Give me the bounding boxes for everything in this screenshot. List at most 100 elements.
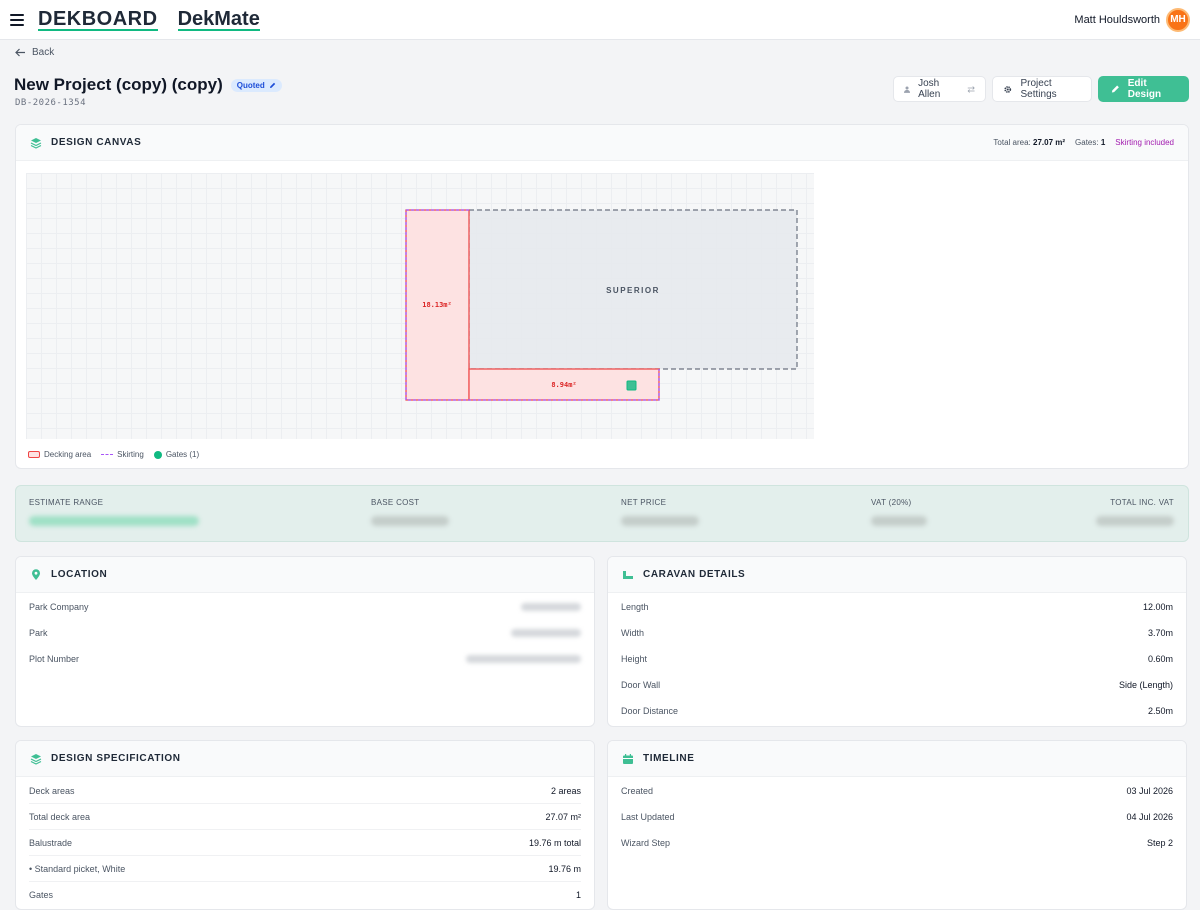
pencil-icon — [1111, 85, 1119, 93]
timeline-title: TIMELINE — [643, 753, 695, 764]
row-label: Door Wall — [621, 680, 661, 690]
user-menu[interactable]: Matt Houldsworth MH — [1074, 7, 1190, 32]
canvas-summary: Total area: 27.07 m² Gates: 1 Skirting i… — [993, 138, 1174, 147]
row-value: 04 Jul 2026 — [1126, 812, 1173, 822]
gates-summary: Gates: 1 — [1075, 138, 1105, 147]
dekmate-logo[interactable]: DekMate — [177, 9, 260, 31]
row-value: 2.50m — [1147, 706, 1173, 716]
row-label: Height — [621, 654, 648, 664]
deck-area-1-label: 18.13m² — [422, 301, 452, 309]
row-label: • Standard picket, White — [29, 863, 126, 874]
timeline-header: TIMELINE — [608, 741, 1186, 777]
net-price: NET PRICE — [621, 498, 699, 526]
skirting-swatch — [101, 454, 114, 455]
legend-decking-label: Decking area — [44, 450, 92, 459]
back-label: Back — [32, 47, 55, 58]
dekboard-logo[interactable]: DEKBOARD — [38, 9, 158, 31]
assignee-button[interactable]: Josh Allen — [893, 76, 986, 102]
gates-label: Gates: — [1075, 138, 1099, 147]
total-inc-vat-label: TOTAL INC. VAT — [1110, 498, 1174, 507]
legend-decking: Decking area — [28, 450, 91, 459]
net-price-label: NET PRICE — [621, 498, 667, 507]
base-cost-value — [371, 516, 449, 526]
project-settings-button[interactable]: Project Settings — [992, 76, 1092, 102]
legend-gates-label: Gates (1) — [165, 450, 200, 459]
page-title: New Project (copy) (copy) — [14, 75, 223, 94]
spec-row-balustrade: Balustrade 19.76 m total — [29, 830, 581, 856]
project-code: DB-2026-1354 — [15, 98, 87, 108]
row-value: 19.76 m total — [528, 837, 581, 848]
row-value: 27.07 m² — [545, 811, 581, 822]
deck-area-2-label: 8.94m² — [551, 381, 576, 389]
top-bar: DEKBOARD DekMate Matt Houldsworth MH — [0, 0, 1200, 40]
arrow-left-icon — [15, 48, 25, 57]
vat-value — [871, 516, 927, 526]
gear-icon — [1004, 85, 1012, 93]
row-value: 19.76 m — [548, 863, 581, 874]
spec-row-deck-areas: Deck areas 2 areas — [29, 778, 581, 804]
timeline-row-created: Created 03 Jul 2026 — [621, 778, 1173, 804]
base-cost: BASE COST — [371, 498, 449, 526]
legend-skirting-label: Skirting — [117, 450, 144, 459]
location-title: LOCATION — [51, 569, 108, 580]
gate-marker[interactable] — [626, 380, 637, 391]
design-canvas-card: DESIGN CANVAS Total area: 27.07 m² Gates… — [15, 124, 1189, 469]
caravan-row-door-wall: Door Wall Side (Length) — [621, 672, 1173, 698]
caravan-details-header: CARAVAN DETAILS — [608, 557, 1186, 593]
row-label: Wizard Step — [621, 838, 671, 848]
gate-swatch — [153, 450, 162, 459]
canvas-legend: Decking area Skirting Gates (1) — [28, 450, 199, 459]
total-inc-vat-value — [1096, 516, 1174, 526]
status-badge-label: Quoted — [236, 80, 265, 90]
design-specification-title: DESIGN SPECIFICATION — [51, 753, 181, 764]
back-link[interactable]: Back — [15, 47, 54, 58]
avatar[interactable]: MH — [1166, 7, 1190, 32]
spec-row-gates: Gates 1 — [29, 882, 581, 908]
project-settings-label: Project Settings — [1020, 78, 1057, 100]
base-cost-label: BASE COST — [371, 498, 420, 507]
row-value: Side (Length) — [1118, 680, 1173, 690]
row-label: Width — [621, 628, 645, 638]
location-card: LOCATION Park Company Park Plot Number — [15, 556, 595, 727]
row-label: Deck areas — [29, 785, 75, 796]
header-actions: Josh Allen Project Settings Edit Design — [893, 76, 1189, 102]
total-area-value: 27.07 m² — [1033, 138, 1066, 147]
location-row-park: Park — [29, 620, 581, 646]
layers-icon — [30, 753, 42, 765]
row-value-redacted — [511, 629, 581, 637]
total-area-summary: Total area: 27.07 m² — [993, 138, 1065, 147]
row-value: 12.00m — [1142, 602, 1173, 612]
row-label: Park — [29, 628, 48, 638]
caravan-details-card: CARAVAN DETAILS Length 12.00m Width 3.70m … — [607, 556, 1187, 727]
row-label: Created — [621, 786, 654, 796]
assignee-name: Josh Allen — [918, 78, 941, 100]
gates-value: 1 — [1100, 138, 1106, 147]
layers-icon — [30, 137, 42, 149]
design-canvas-header: DESIGN CANVAS Total area: 27.07 m² Gates… — [16, 125, 1188, 161]
caravan-row-door-distance: Door Distance 2.50m — [621, 698, 1173, 724]
design-specification-header: DESIGN SPECIFICATION — [16, 741, 594, 777]
row-label: Total deck area — [29, 811, 91, 822]
vat: VAT (20%) — [871, 498, 927, 526]
location-row-plot-number: Plot Number — [29, 646, 581, 672]
edit-design-button[interactable]: Edit Design — [1098, 76, 1189, 102]
row-value-redacted — [466, 655, 581, 663]
row-value: 0.60m — [1147, 654, 1173, 664]
timeline-row-wizard-step: Wizard Step Step 2 — [621, 830, 1173, 856]
estimate-range: ESTIMATE RANGE — [29, 498, 199, 526]
caravan-icon — [623, 570, 633, 579]
row-value: 3.70m — [1147, 628, 1173, 638]
status-badge[interactable]: Quoted — [230, 78, 282, 92]
menu-icon[interactable] — [10, 13, 24, 26]
net-price-value — [621, 516, 699, 526]
row-value: 1 — [575, 890, 581, 900]
design-canvas-title: DESIGN CANVAS — [51, 137, 142, 148]
timeline-row-last-updated: Last Updated 04 Jul 2026 — [621, 804, 1173, 830]
total-inc-vat: TOTAL INC. VAT — [1096, 498, 1174, 526]
estimate-range-value — [29, 516, 199, 526]
canvas-grid[interactable]: SUPERIOR 18.13m² 8.94m² — [26, 173, 814, 439]
legend-skirting: Skirting — [101, 450, 144, 459]
decking-swatch — [28, 451, 40, 458]
caravan-row-length: Length 12.00m — [621, 594, 1173, 620]
calendar-icon — [623, 753, 633, 764]
